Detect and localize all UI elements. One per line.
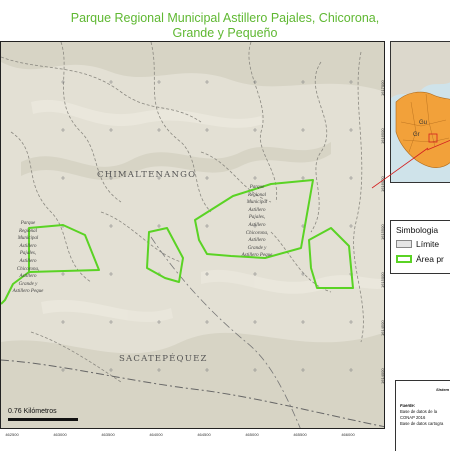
info-box: Sistem Fuente: Base de datos de la CONAP…: [395, 380, 450, 451]
legend-panel: Simbologia Límite Área pr: [390, 220, 450, 274]
region-label-sacatepequez: SACATEPÉQUEZ: [119, 354, 208, 364]
inset-location-map: Gu Gr: [390, 41, 450, 183]
inset-label: Gr: [413, 132, 420, 138]
map-title-line2: Grande y Pequeño: [172, 26, 278, 40]
area-swatch-icon: [396, 255, 412, 263]
x-tick-label-bottom: 463000: [53, 432, 67, 437]
legend-title: Simbologia: [396, 225, 439, 235]
limit-swatch-icon: [396, 240, 412, 248]
x-tick-label-bottom: 462500: [5, 432, 19, 437]
x-tick-label-bottom: 463500: [101, 432, 115, 437]
x-tick-label-bottom: 465000: [245, 432, 259, 437]
scale-bar-label: 0.76 Kilómetros: [8, 408, 57, 415]
park-label-west: Parque Regional Municipal Astillero Paja…: [12, 221, 44, 295]
source-text: Fuente: Base de datos de la CONAP 2016 B…: [400, 403, 444, 426]
topographic-map: [1, 42, 384, 428]
legend-item-protected-area: Área pr: [396, 254, 444, 264]
x-tick-label-bottom: 464000: [149, 432, 163, 437]
legend-item-limit: Límite: [396, 239, 439, 249]
coordinate-system-label: Sistem: [436, 387, 450, 392]
y-tick-label: 1616500: [380, 128, 385, 144]
y-tick-label: 1615000: [380, 272, 385, 288]
y-tick-label: 1614500: [380, 320, 385, 336]
map-title-line1: Parque Regional Municipal Astillero Paja…: [70, 11, 380, 25]
scale-bar: [8, 418, 78, 421]
y-tick-label: 1616000: [380, 176, 385, 192]
y-tick-label: 1614000: [380, 368, 385, 384]
region-label-chimaltenango: CHIMALTENANGO: [97, 170, 197, 180]
park-label-north: Parque Regional Municipal Astillero Paja…: [241, 185, 273, 259]
x-tick-label-bottom: 466000: [341, 432, 355, 437]
x-tick-label-bottom: 465500: [293, 432, 307, 437]
inset-map-graphic: [391, 42, 450, 168]
map-frame[interactable]: CHIMALTENANGO SACATEPÉQUEZ Parque Region…: [0, 41, 385, 429]
inset-label: Gu: [419, 120, 428, 126]
y-tick-label: 1615500: [380, 224, 385, 240]
x-tick-label-bottom: 464500: [197, 432, 211, 437]
y-tick-label: 1617000: [380, 80, 385, 96]
